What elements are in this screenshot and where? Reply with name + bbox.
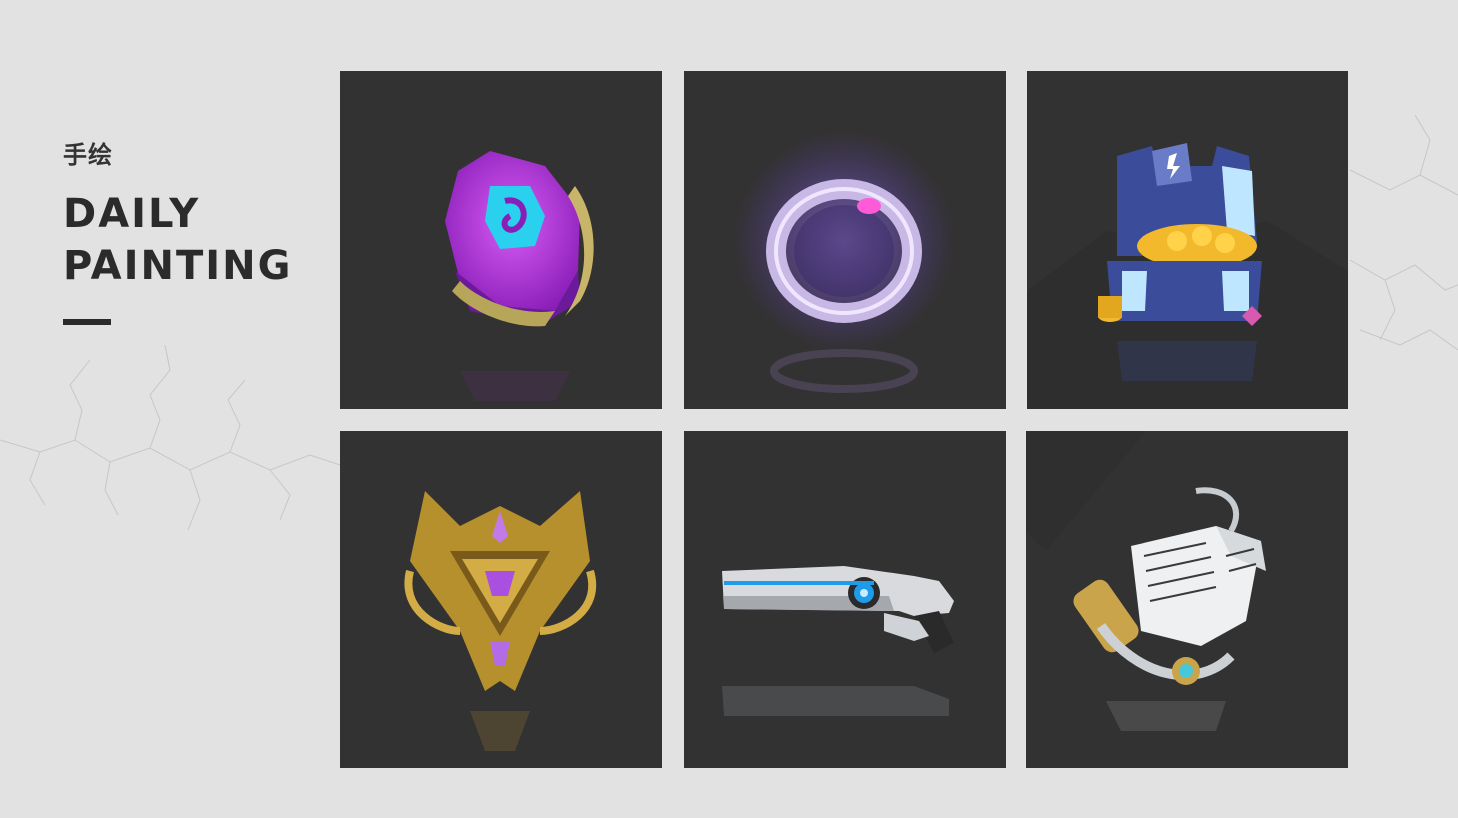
scifi-gun-icon [722,566,954,716]
gallery-tile-1[interactable] [340,71,662,409]
gallery-tile-3[interactable] [1027,71,1348,409]
gallery-tile-6[interactable] [1026,431,1348,768]
page-title-line-2: PAINTING [63,243,293,289]
glowing-ring-icon [734,131,954,393]
accent-dash [63,319,111,325]
gallery-tile-2[interactable] [684,71,1006,409]
page-header: 手绘 DAILY PAINTING [63,140,292,292]
rank-badge-icon [404,491,597,751]
rune-stone-icon [445,151,594,401]
page-title-line-1: DAILY [63,191,201,237]
gallery-tile-5[interactable] [684,431,1006,768]
page-subtitle: 手绘 [63,141,113,169]
gallery-tile-4[interactable] [340,431,662,768]
treasure-chest-icon [1027,143,1348,409]
magic-scroll-icon [1026,431,1266,731]
